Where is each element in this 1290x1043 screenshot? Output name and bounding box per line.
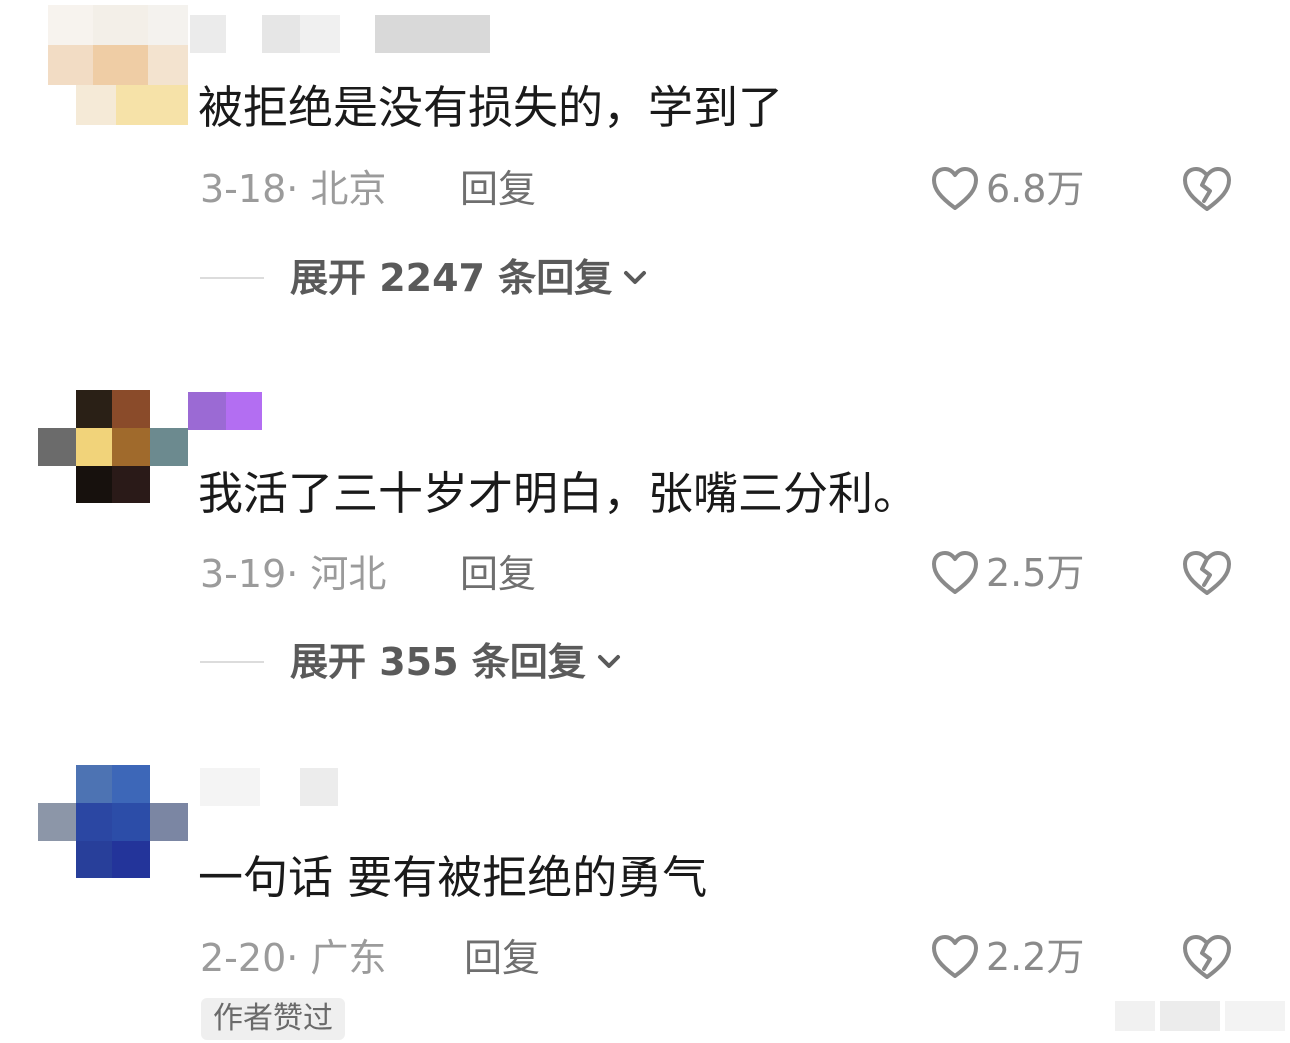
- like-count: 2.2万: [986, 935, 1085, 979]
- chevron-down-icon: [586, 653, 622, 671]
- avatar[interactable]: [38, 390, 188, 503]
- comment-date-location: 3-19· 河北: [200, 552, 387, 596]
- reply-button[interactable]: 回复: [464, 934, 540, 982]
- reply-button[interactable]: 回复: [460, 550, 536, 598]
- author-liked-badge: 作者赞过: [201, 998, 345, 1040]
- comment-date-location: 2-20· 广东: [200, 936, 387, 980]
- expand-replies-label: 展开 2247 条回复: [290, 256, 613, 300]
- dislike-button[interactable]: [1180, 164, 1234, 214]
- broken-heart-icon: [1180, 551, 1234, 602]
- divider: [200, 277, 264, 279]
- reply-button[interactable]: 回复: [460, 165, 536, 213]
- comment-text: 我活了三十岁才明白，张嘴三分利。: [198, 467, 919, 520]
- watermark-redacted: [1115, 1001, 1285, 1031]
- broken-heart-icon: [1180, 167, 1234, 218]
- dislike-button[interactable]: [1180, 932, 1234, 982]
- like-count: 6.8万: [986, 167, 1085, 211]
- expand-replies-button[interactable]: 展开 355 条回复: [200, 637, 622, 687]
- comment-text: 一句话 要有被拒绝的勇气: [198, 851, 708, 904]
- broken-heart-icon: [1180, 935, 1234, 986]
- expand-replies-button[interactable]: 展开 2247 条回复: [200, 253, 648, 303]
- dislike-button[interactable]: [1180, 548, 1234, 598]
- heart-outline-icon: [930, 933, 980, 981]
- heart-outline-icon: [930, 549, 980, 597]
- like-count: 2.5万: [986, 551, 1085, 595]
- chevron-down-icon: [612, 269, 648, 287]
- like-button[interactable]: 2.5万: [930, 548, 1084, 598]
- comment-date-location: 3-18· 北京: [200, 167, 387, 211]
- like-button[interactable]: 6.8万: [930, 164, 1084, 214]
- divider: [200, 661, 264, 663]
- avatar[interactable]: [38, 765, 188, 878]
- like-button[interactable]: 2.2万: [930, 932, 1084, 982]
- heart-outline-icon: [930, 165, 980, 213]
- expand-replies-label: 展开 355 条回复: [290, 640, 586, 684]
- avatar[interactable]: [38, 5, 188, 125]
- comment-text: 被拒绝是没有损失的，学到了: [198, 81, 784, 134]
